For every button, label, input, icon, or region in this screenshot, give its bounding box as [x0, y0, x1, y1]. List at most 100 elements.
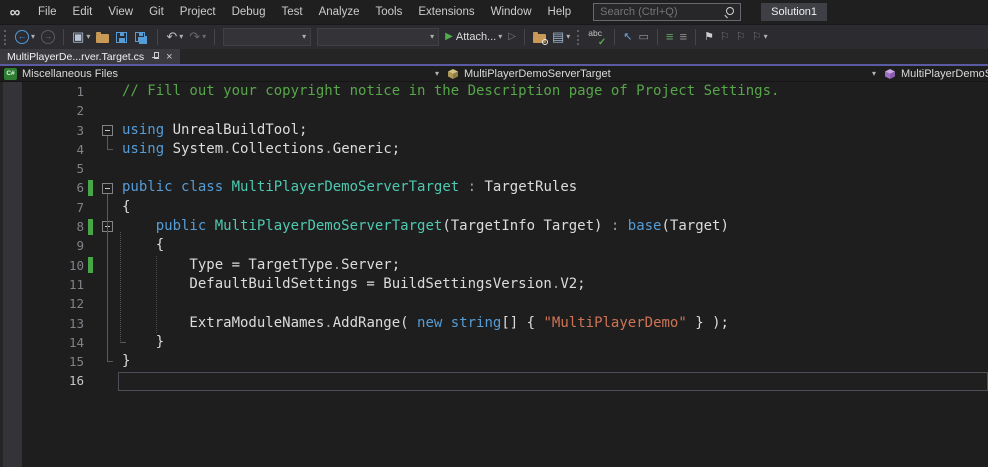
save-button[interactable] [112, 26, 131, 48]
code-line[interactable]: 8 public MultiPlayerDemoServerTarget(Tar… [0, 217, 988, 236]
search-input[interactable] [594, 6, 724, 18]
start-without-debugging-button[interactable]: ▷ [505, 26, 519, 48]
menu-item-test[interactable]: Test [273, 0, 310, 24]
tab-title: MultiPlayerDe...rver.Target.cs [7, 51, 144, 63]
save-all-button[interactable] [131, 26, 152, 48]
title-bar: ∞ FileEditViewGitProjectDebugTestAnalyze… [0, 0, 988, 24]
toolbar-grip[interactable] [4, 30, 7, 45]
configuration-dropdown[interactable]: ▾ [223, 28, 311, 46]
code-line[interactable]: 9 { [0, 236, 988, 255]
project-scope-dropdown[interactable]: C# Miscellaneous Files ▾ [0, 66, 447, 81]
code-text[interactable]: public class MultiPlayerDemoServerTarget… [122, 178, 577, 197]
type-dropdown[interactable]: MultiPlayerDemoServerTarget ▾ [447, 66, 884, 81]
code-lines: 1// Fill out your copyright notice in th… [0, 82, 988, 391]
chevron-down-icon[interactable]: ▾ [86, 26, 90, 48]
search-icon[interactable] [724, 7, 734, 17]
code-line[interactable]: 4using System.Collections.Generic; [0, 140, 988, 159]
new-project-button[interactable]: ▣▾ [69, 26, 93, 48]
solution-navigator-button[interactable]: ▤▾ [549, 26, 573, 48]
close-tab-icon[interactable]: × [166, 50, 172, 64]
code-text[interactable]: { [122, 236, 164, 255]
chevron-down-icon: ▾ [430, 26, 434, 48]
code-text[interactable]: } [122, 333, 164, 352]
menu-item-edit[interactable]: Edit [65, 0, 101, 24]
code-line[interactable]: 6public class MultiPlayerDemoServerTarge… [0, 178, 988, 197]
code-line[interactable]: 11 DefaultBuildSettings = BuildSettingsV… [0, 275, 988, 294]
chevron-down-icon: ▾ [302, 26, 306, 48]
spell-check-button[interactable]: abc✓ [585, 26, 609, 48]
navigate-forward-button[interactable]: → [38, 26, 58, 48]
member-dropdown[interactable]: MultiPlayerDemoServerT [884, 66, 988, 81]
undo-button[interactable]: ↶▾ [163, 26, 186, 48]
chevron-down-icon[interactable]: ▾ [764, 26, 768, 48]
code-text[interactable]: public MultiPlayerDemoServerTarget(Targe… [122, 217, 729, 236]
redo-button[interactable]: ↷▾ [186, 26, 209, 48]
toolbar-grip[interactable] [577, 30, 580, 45]
line-number: 12 [22, 294, 84, 313]
code-line[interactable]: 14 } [0, 333, 988, 352]
menu-item-debug[interactable]: Debug [224, 0, 274, 24]
menu-item-view[interactable]: View [100, 0, 141, 24]
edit-pointer-button[interactable]: ↖ [620, 26, 635, 48]
search-box[interactable] [593, 3, 741, 21]
chevron-down-icon[interactable]: ▾ [435, 69, 439, 78]
code-text[interactable]: using UnrealBuildTool; [122, 121, 307, 140]
chevron-down-icon[interactable]: ▾ [872, 69, 876, 78]
uncomment-lines-button[interactable]: ≡ [676, 26, 690, 48]
menu-item-tools[interactable]: Tools [367, 0, 410, 24]
navigate-backward-button[interactable]: ←▾ [12, 26, 38, 48]
pin-tab-icon[interactable] [151, 52, 159, 62]
code-text[interactable]: using System.Collections.Generic; [122, 140, 400, 159]
code-line[interactable]: 7{ [0, 198, 988, 217]
code-line[interactable]: 3using UnrealBuildTool; [0, 121, 988, 140]
menu-item-file[interactable]: File [30, 0, 65, 24]
menu-item-extensions[interactable]: Extensions [410, 0, 482, 24]
code-editor[interactable]: 1// Fill out your copyright notice in th… [0, 82, 988, 467]
document-tab[interactable]: MultiPlayerDe...rver.Target.cs × [0, 49, 180, 64]
find-in-files-button[interactable] [530, 26, 549, 48]
chevron-down-icon[interactable]: ▾ [498, 26, 502, 48]
code-text[interactable]: // Fill out your copyright notice in the… [122, 82, 779, 101]
code-text[interactable]: } [122, 352, 130, 371]
toolbar-separator [657, 29, 658, 45]
chevron-down-icon[interactable]: ▾ [179, 26, 183, 48]
code-line[interactable]: 12 [0, 294, 988, 313]
chevron-down-icon[interactable]: ▾ [31, 26, 35, 48]
line-number: 13 [22, 314, 84, 333]
prev-bookmark-button[interactable]: ⚐ [717, 26, 733, 48]
code-text[interactable]: DefaultBuildSettings = BuildSettingsVers… [122, 275, 586, 294]
redo-icon: ↷ [189, 26, 200, 48]
paste-box-button[interactable]: ▭ [635, 26, 651, 48]
menu-item-window[interactable]: Window [483, 0, 540, 24]
code-text[interactable]: { [122, 198, 130, 217]
toggle-bookmark-button[interactable]: ⚑ [701, 26, 717, 48]
line-number: 8 [22, 217, 84, 236]
platform-dropdown[interactable]: ▾ [317, 28, 439, 46]
code-line[interactable]: 16 [0, 371, 988, 390]
save-all-icon [135, 32, 145, 42]
code-line[interactable]: 13 ExtraModuleNames.AddRange( new string… [0, 314, 988, 333]
menu-item-analyze[interactable]: Analyze [311, 0, 368, 24]
code-line[interactable]: 1// Fill out your copyright notice in th… [0, 82, 988, 101]
code-text[interactable]: ExtraModuleNames.AddRange( new string[] … [122, 314, 729, 333]
code-line[interactable]: 15} [0, 352, 988, 371]
next-bookmark-button[interactable]: ⚐ [733, 26, 749, 48]
comment-lines-button[interactable]: ≡ [663, 26, 677, 48]
clear-bookmarks-button[interactable]: ⚐▾ [749, 26, 771, 48]
toolbar-separator [614, 29, 615, 45]
code-text[interactable]: Type = TargetType.Server; [122, 256, 400, 275]
menu-item-project[interactable]: Project [172, 0, 224, 24]
attach-button[interactable]: ▶Attach...▾ [442, 26, 505, 48]
open-file-button[interactable] [93, 26, 112, 48]
menu-item-git[interactable]: Git [141, 0, 172, 24]
chevron-down-icon[interactable]: ▾ [566, 26, 570, 48]
code-line[interactable]: 10 Type = TargetType.Server; [0, 256, 988, 275]
menu-item-help[interactable]: Help [540, 0, 580, 24]
code-line[interactable]: 5 [0, 159, 988, 178]
run-play-icon: ▶ [445, 26, 453, 48]
line-number: 10 [22, 256, 84, 275]
bookmark-icon: ⚑ [704, 26, 714, 48]
solution-name-badge[interactable]: Solution1 [761, 3, 827, 21]
chevron-down-icon[interactable]: ▾ [202, 26, 206, 48]
code-line[interactable]: 2 [0, 101, 988, 120]
